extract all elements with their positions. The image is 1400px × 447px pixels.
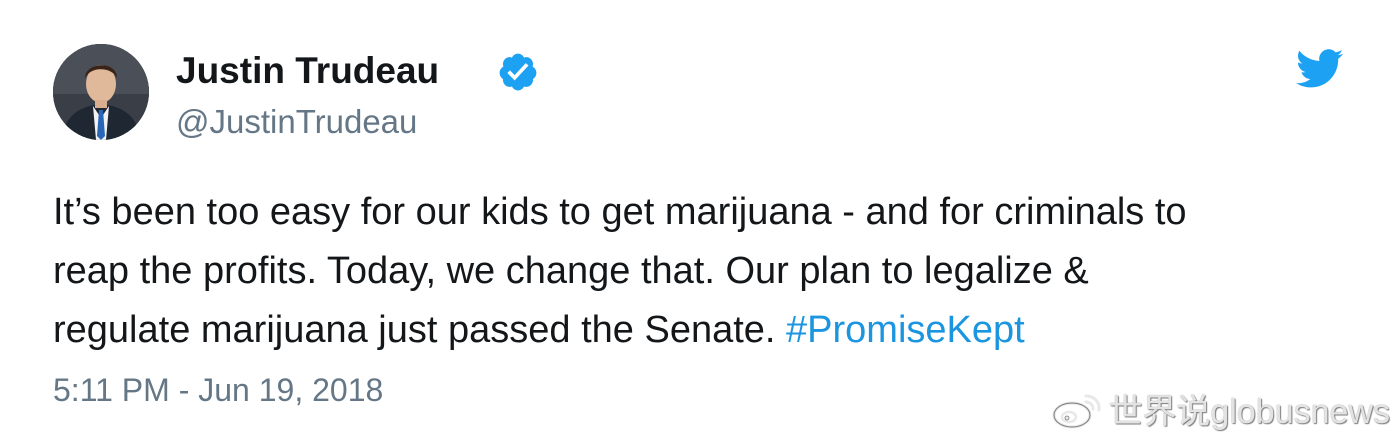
- verified-badge-icon: [499, 53, 537, 91]
- tweet-text-line: It’s been too easy for our kids to get m…: [53, 191, 1187, 233]
- tweet-card: Justin Trudeau @JustinTrudeau It’s been …: [0, 0, 1400, 447]
- tweet-text-line: reap the profits. Today, we change that.…: [53, 250, 1089, 292]
- hashtag-link[interactable]: #PromiseKept: [786, 309, 1025, 351]
- twitter-bird-icon[interactable]: [1296, 48, 1344, 90]
- weibo-logo-icon: [1052, 394, 1101, 428]
- tweet-text: It’s been too easy for our kids to get m…: [53, 183, 1373, 360]
- tweet-text-line: regulate marijuana just passed the Senat…: [53, 301, 1373, 360]
- watermark: 世界说globusnews: [1050, 384, 1390, 433]
- watermark-text: 世界说globusnews: [1108, 393, 1390, 431]
- user-handle[interactable]: @JustinTrudeau: [176, 101, 417, 143]
- display-name[interactable]: Justin Trudeau: [176, 48, 439, 94]
- tweet-timestamp[interactable]: 5:11 PM - Jun 19, 2018: [53, 369, 383, 411]
- avatar[interactable]: [53, 44, 149, 140]
- tweet-text-fragment: regulate marijuana just passed the Senat…: [53, 309, 787, 351]
- avatar-portrait: [53, 44, 149, 140]
